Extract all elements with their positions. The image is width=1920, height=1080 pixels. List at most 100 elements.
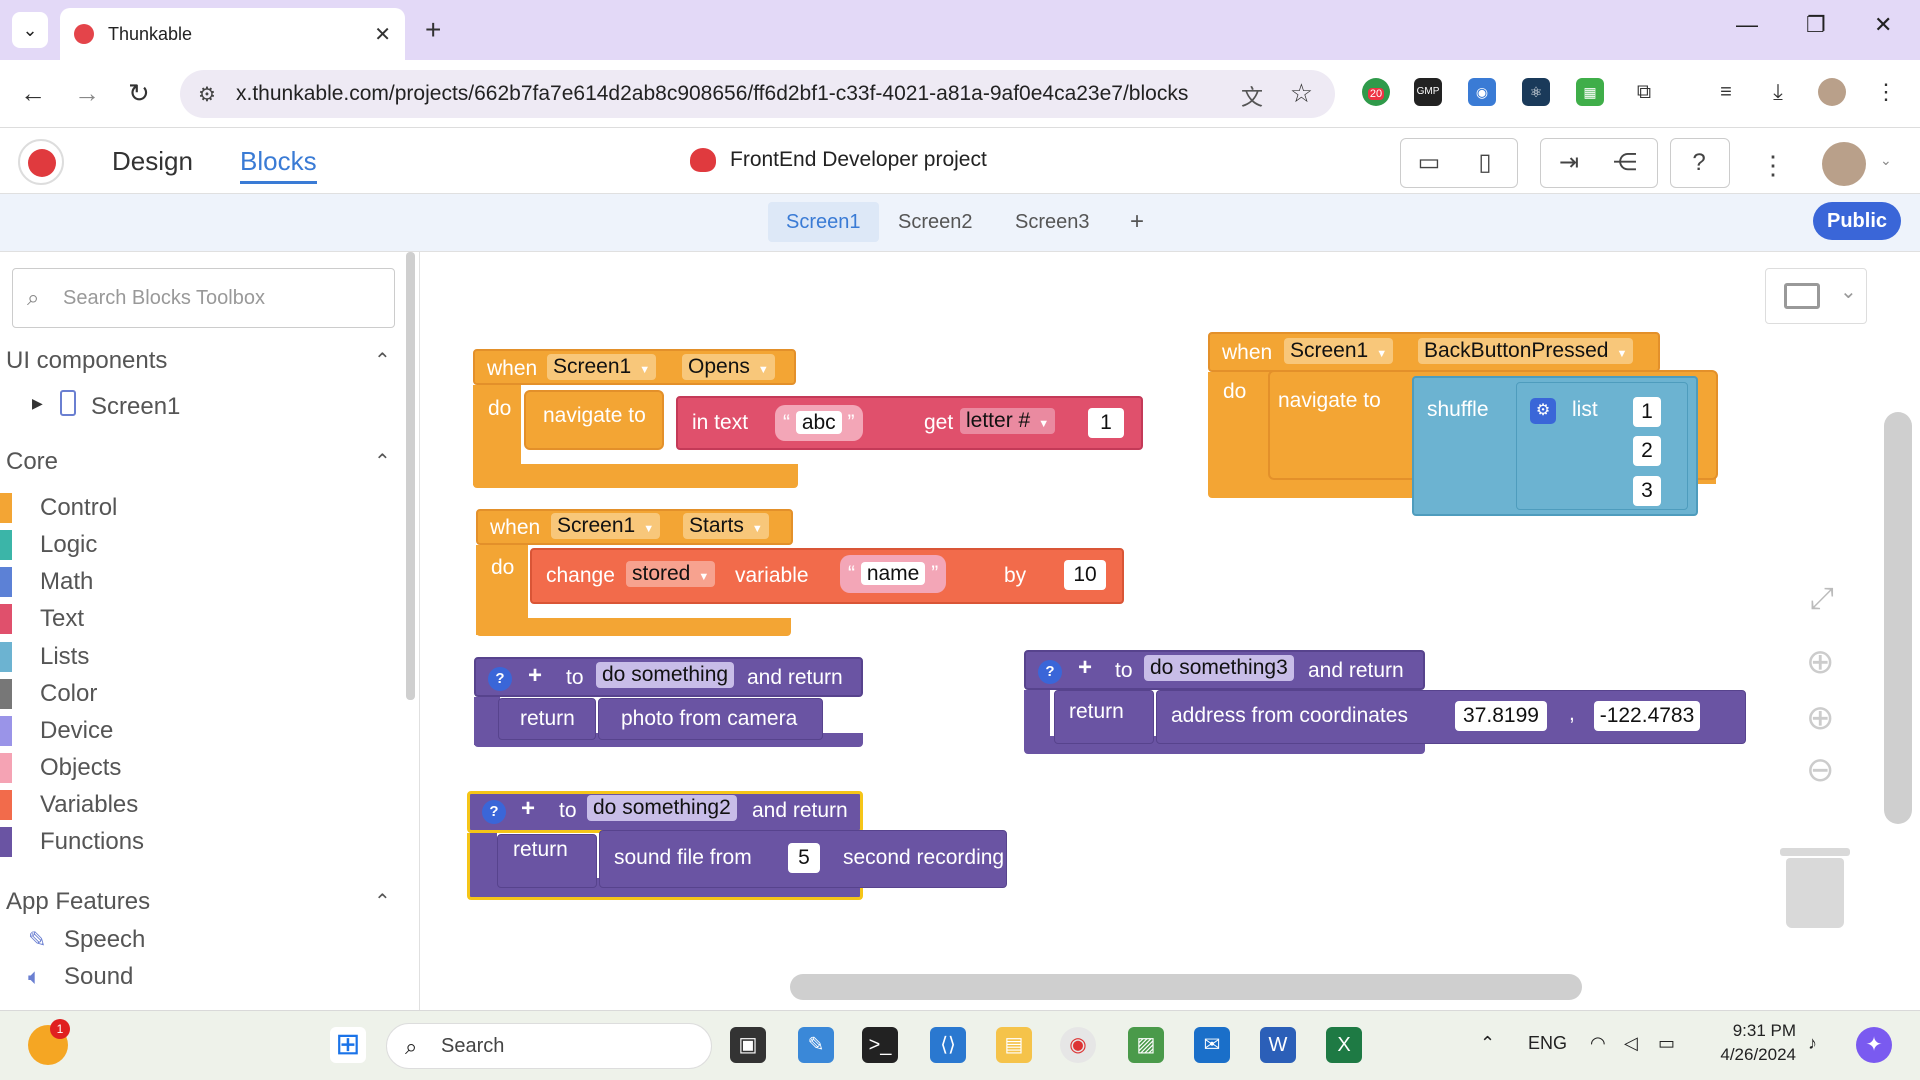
sidebar-item-screen1[interactable]: Screen1 bbox=[91, 393, 180, 421]
download-icon[interactable]: ⤓ bbox=[1764, 78, 1792, 106]
category-logic[interactable]: Logic bbox=[0, 530, 97, 560]
category-variables[interactable]: Variables bbox=[0, 790, 138, 820]
tab-screen2[interactable]: Screen2 bbox=[880, 202, 991, 242]
more-options-icon[interactable]: ⋮ bbox=[1760, 150, 1786, 181]
clock-time[interactable]: 9:31 PM bbox=[1728, 1021, 1796, 1041]
language-indicator[interactable]: ENG bbox=[1528, 1033, 1567, 1054]
category-objects[interactable]: Objects bbox=[0, 753, 121, 783]
new-tab-button[interactable]: + bbox=[425, 14, 441, 46]
collapse-app-features-icon[interactable]: ⌃ bbox=[374, 889, 391, 914]
forward-icon[interactable]: → bbox=[74, 78, 100, 109]
collapse-ui-components-icon[interactable]: ⌃ bbox=[374, 348, 391, 373]
web-preview-icon[interactable]: ▭ bbox=[1401, 139, 1457, 187]
profile-avatar[interactable] bbox=[1818, 78, 1846, 106]
wifi-icon[interactable]: ◠ bbox=[1590, 1033, 1606, 1054]
copilot-icon[interactable]: ✦ bbox=[1856, 1027, 1892, 1063]
function-name-field[interactable]: do something bbox=[596, 662, 735, 688]
mutator-plus-icon[interactable]: + bbox=[528, 662, 542, 690]
category-control[interactable]: Control bbox=[0, 493, 117, 523]
project-title[interactable]: FrontEnd Developer project bbox=[690, 148, 987, 172]
toolbox-search-input[interactable]: ⌕ Search Blocks Toolbox bbox=[12, 268, 395, 328]
tab-search-button[interactable]: ⌄ bbox=[12, 12, 48, 48]
function-name-field[interactable]: do something3 bbox=[1144, 655, 1294, 681]
paint-icon[interactable]: ✎ bbox=[798, 1027, 834, 1063]
blocks-workspace[interactable]: when Screen1 ▼ Opens ▼ do navigate to in t… bbox=[420, 252, 1920, 1010]
change-variable-block[interactable] bbox=[530, 548, 1124, 604]
list-item-3[interactable]: 3 bbox=[1633, 476, 1661, 506]
restore-icon[interactable]: ❐ bbox=[1806, 12, 1826, 38]
section-app-features[interactable]: App Features bbox=[6, 888, 150, 916]
browser-tab[interactable]: Thunkable ✕ bbox=[60, 8, 405, 60]
bookmark-star-icon[interactable]: ☆ bbox=[1290, 78, 1313, 109]
section-core[interactable]: Core bbox=[6, 448, 58, 476]
string-literal[interactable]: “ abc ” bbox=[775, 405, 863, 441]
tab-screen1[interactable]: Screen1 bbox=[768, 202, 879, 242]
string-literal[interactable]: “ name ” bbox=[840, 555, 947, 593]
task-view-icon[interactable]: ▣ bbox=[730, 1027, 766, 1063]
category-text[interactable]: Text bbox=[0, 604, 84, 634]
function-name-field[interactable]: do something2 bbox=[587, 795, 737, 821]
event-dropdown[interactable]: BackButtonPressed ▼ bbox=[1418, 338, 1634, 364]
back-icon[interactable]: ← bbox=[20, 78, 46, 109]
zoom-out-icon[interactable]: ⊖ bbox=[1806, 750, 1835, 790]
clock-date[interactable]: 4/26/2024 bbox=[1712, 1045, 1796, 1065]
chrome-icon[interactable]: ◉ bbox=[1060, 1027, 1096, 1063]
trash-icon[interactable] bbox=[1780, 848, 1850, 928]
extension-gmp-icon[interactable]: GMP bbox=[1414, 78, 1442, 106]
show-hidden-icons[interactable]: ⌃ bbox=[1480, 1033, 1495, 1054]
workspace-horizontal-scrollbar[interactable] bbox=[790, 974, 1582, 1000]
vscode-icon[interactable]: ⟨⟩ bbox=[930, 1027, 966, 1063]
taskbar-search[interactable]: ⌕ Search bbox=[386, 1023, 712, 1069]
extension-react-icon[interactable]: ⚛ bbox=[1522, 78, 1550, 106]
number-input[interactable]: 10 bbox=[1064, 560, 1106, 590]
category-math[interactable]: Math bbox=[0, 567, 93, 597]
chevron-down-icon[interactable]: ⌄ bbox=[1880, 152, 1892, 169]
screen-dropdown[interactable]: Screen1 ▼ bbox=[551, 513, 661, 539]
list-item-1[interactable]: 1 bbox=[1633, 397, 1661, 427]
add-screen-button[interactable]: + bbox=[1112, 202, 1162, 242]
extensions-puzzle-icon[interactable]: ⧉ bbox=[1630, 78, 1658, 106]
address-bar[interactable]: ⚙ x.thunkable.com/projects/662b7fa7e614d… bbox=[180, 70, 1335, 118]
feature-speech[interactable]: ✎ Speech bbox=[28, 926, 145, 954]
extension-screenshot-icon[interactable]: ◉ bbox=[1468, 78, 1496, 106]
seconds-input[interactable]: 5 bbox=[788, 843, 820, 873]
close-window-icon[interactable]: ✕ bbox=[1874, 12, 1892, 38]
extension-grammarly-icon[interactable]: 20 bbox=[1362, 78, 1390, 106]
zoom-in-icon[interactable]: ⊕ bbox=[1806, 698, 1835, 738]
recenter-icon[interactable]: ⊕ bbox=[1806, 642, 1835, 682]
volume-icon[interactable]: ◁ bbox=[1624, 1033, 1638, 1054]
share-icon[interactable]: ⋲ bbox=[1597, 139, 1653, 187]
workspace-vertical-scrollbar[interactable] bbox=[1884, 412, 1912, 824]
section-ui-components[interactable]: UI components bbox=[6, 347, 167, 375]
gear-icon[interactable]: ⚙ bbox=[1530, 398, 1556, 424]
site-info-icon[interactable]: ⚙ bbox=[198, 82, 216, 107]
mutator-plus-icon[interactable]: + bbox=[521, 795, 535, 823]
stored-dropdown[interactable]: stored ▼ bbox=[626, 561, 716, 587]
category-device[interactable]: Device bbox=[0, 716, 113, 746]
minimize-icon[interactable]: — bbox=[1736, 12, 1758, 38]
help-icon[interactable]: ? bbox=[488, 667, 512, 691]
list-item-2[interactable]: 2 bbox=[1633, 436, 1661, 466]
feature-sound[interactable]: 🔈︎ Sound bbox=[28, 963, 133, 991]
weather-icon[interactable]: 1 bbox=[28, 1019, 70, 1065]
sidebar-scrollbar[interactable] bbox=[406, 252, 415, 700]
thunkable-logo[interactable] bbox=[18, 139, 64, 185]
longitude-input[interactable]: -122.4783 bbox=[1594, 701, 1700, 731]
help-icon[interactable]: ? bbox=[1038, 660, 1062, 684]
excel-icon[interactable]: X bbox=[1326, 1027, 1362, 1063]
category-lists[interactable]: Lists bbox=[0, 642, 89, 672]
category-functions[interactable]: Functions bbox=[0, 827, 144, 857]
collapse-core-icon[interactable]: ⌃ bbox=[374, 449, 391, 474]
windows-start-icon[interactable]: ⊞ bbox=[330, 1027, 366, 1063]
category-color[interactable]: Color bbox=[0, 679, 97, 709]
expand-arrow-icon[interactable]: ▶ bbox=[32, 395, 43, 412]
extension-sheets-icon[interactable]: ▦ bbox=[1576, 78, 1604, 106]
screen-dropdown[interactable]: Screen1 ▼ bbox=[1284, 338, 1394, 364]
screen-dropdown[interactable]: Screen1 ▼ bbox=[547, 354, 657, 380]
media-control-icon[interactable]: ≡ bbox=[1712, 78, 1740, 106]
translate-icon[interactable]: 文 bbox=[1241, 80, 1263, 112]
terminal-icon[interactable]: >_ bbox=[862, 1027, 898, 1063]
word-icon[interactable]: W bbox=[1260, 1027, 1296, 1063]
help-icon[interactable]: ? bbox=[482, 800, 506, 824]
image-viewer-icon[interactable]: ▨ bbox=[1128, 1027, 1164, 1063]
